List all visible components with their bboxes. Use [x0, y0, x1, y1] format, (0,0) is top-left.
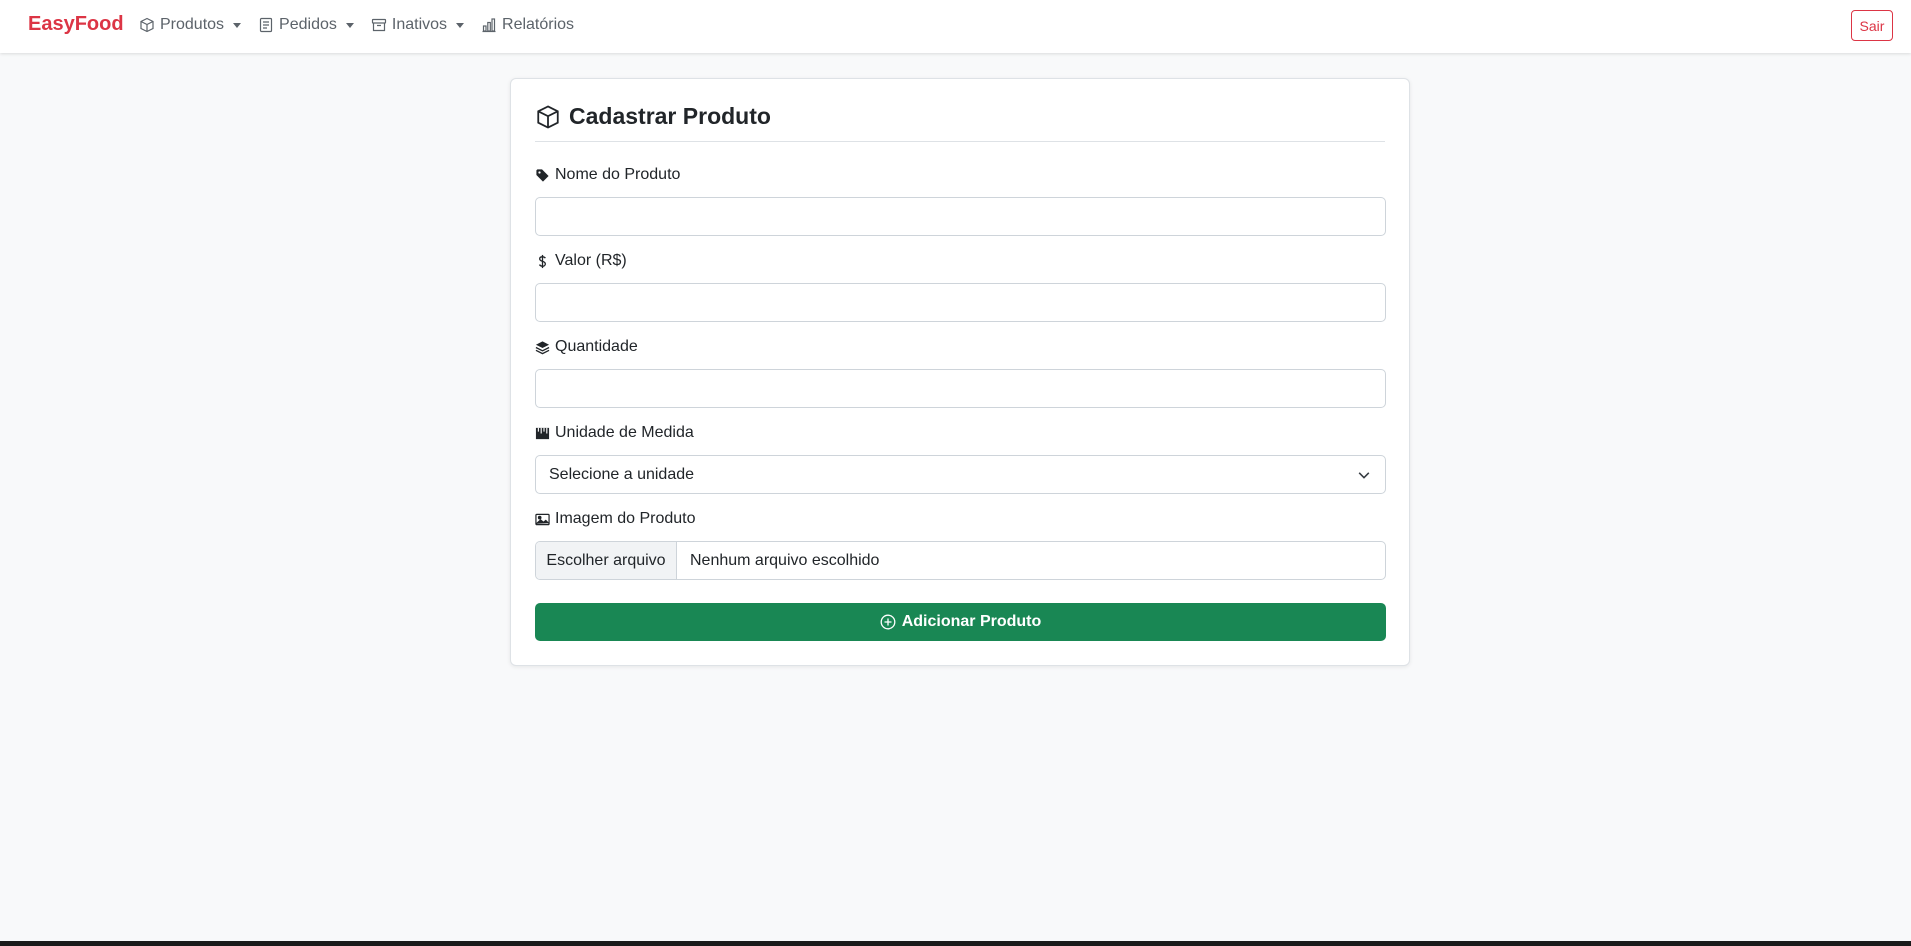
- product-name-label-text: Nome do Produto: [555, 166, 681, 183]
- bottom-edge-strip: [0, 941, 1911, 946]
- nav-item-label: Inativos: [391, 16, 448, 33]
- nav-item-pedidos[interactable]: Pedidos: [258, 14, 354, 36]
- nav-item-relatorios[interactable]: Relatórios: [481, 14, 574, 36]
- price-input[interactable]: [535, 283, 1386, 322]
- file-status-text: Nenhum arquivo escolhido: [690, 551, 880, 569]
- ruler-icon: [535, 427, 550, 439]
- image-label-text: Imagem do Produto: [555, 510, 696, 527]
- brand-logo[interactable]: EasyFood: [28, 13, 124, 36]
- nav-item-produtos[interactable]: Produtos: [139, 14, 242, 36]
- box-icon: [537, 104, 559, 129]
- product-name-input[interactable]: [535, 197, 1386, 236]
- image-file-input[interactable]: Escolher arquivo Nenhum arquivo escolhid…: [535, 541, 1386, 580]
- quantity-label: Quantidade: [535, 337, 638, 357]
- stack-icon: [535, 340, 550, 354]
- product-name-label: Nome do Produto: [535, 165, 680, 185]
- price-label-text: Valor (R$): [555, 252, 627, 269]
- choose-file-button[interactable]: Escolher arquivo: [536, 542, 677, 579]
- image-icon: [535, 513, 550, 525]
- logout-button[interactable]: Sair: [1851, 10, 1893, 41]
- unit-select-value: Selecione a unidade: [549, 465, 695, 483]
- tag-icon: [536, 168, 549, 182]
- add-product-button[interactable]: Adicionar Produto: [535, 603, 1386, 641]
- box-icon: [140, 17, 154, 33]
- caret-down-icon: [345, 22, 354, 28]
- unit-select[interactable]: Selecione a unidade: [535, 455, 1386, 494]
- page-title-text: Cadastrar Produto: [569, 103, 771, 129]
- nav-item-label: Pedidos: [279, 16, 337, 33]
- chevron-down-icon: [1358, 472, 1370, 479]
- receipt-icon: [259, 17, 273, 33]
- bar-chart-icon: [482, 18, 496, 33]
- caret-down-icon: [456, 22, 465, 28]
- caret-down-icon: [233, 22, 242, 28]
- nav-item-label: Produtos: [160, 16, 225, 33]
- nav-menu: Produtos Pedidos Inativos Relatórios: [139, 14, 591, 36]
- archive-icon: [371, 18, 386, 32]
- add-product-label: Adicionar Produto: [901, 613, 1042, 630]
- plus-circle-icon: [880, 614, 896, 630]
- unit-label: Unidade de Medida: [535, 423, 694, 443]
- page-title: Cadastrar Produto: [535, 103, 771, 130]
- quantity-label-text: Quantidade: [555, 338, 638, 355]
- price-label: Valor (R$): [535, 251, 627, 271]
- nav-item-inativos[interactable]: Inativos: [371, 14, 465, 36]
- quantity-input[interactable]: [535, 369, 1386, 408]
- product-form-card: Cadastrar Produto Nome do Produto Valor …: [510, 78, 1410, 666]
- divider: [535, 141, 1385, 142]
- unit-label-text: Unidade de Medida: [555, 424, 694, 441]
- dollar-icon: [538, 254, 546, 268]
- top-navbar: EasyFood Produtos Pedidos Inativos Relat…: [0, 0, 1911, 53]
- nav-item-label: Relatórios: [502, 16, 575, 33]
- image-label: Imagem do Produto: [535, 509, 696, 529]
